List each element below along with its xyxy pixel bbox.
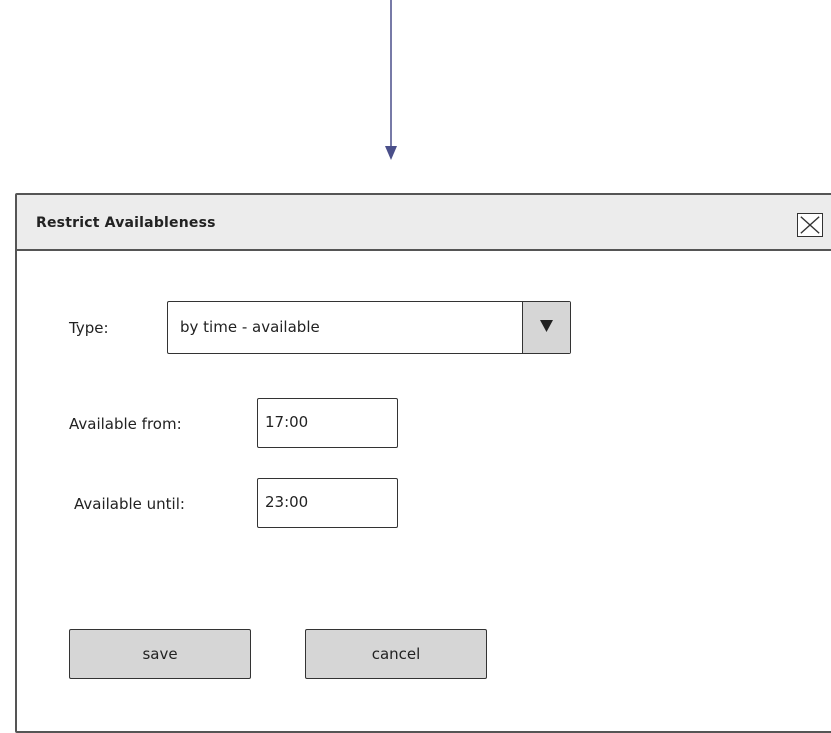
dialog-title: Restrict Availableness: [36, 215, 216, 231]
type-select-toggle[interactable]: [522, 302, 570, 353]
type-select-value: by time - available: [180, 318, 320, 336]
cancel-button[interactable]: cancel: [305, 629, 487, 679]
available-until-input[interactable]: 23:00: [257, 478, 398, 528]
type-label: Type:: [69, 319, 109, 337]
save-button[interactable]: save: [69, 629, 251, 679]
close-button[interactable]: [797, 213, 823, 237]
available-from-label: Available from:: [69, 415, 182, 433]
flow-arrow-down-icon: [385, 0, 397, 160]
restrict-availableness-dialog: Restrict Availableness Type: by time - a…: [15, 193, 831, 733]
available-until-value: 23:00: [265, 493, 309, 511]
available-from-value: 17:00: [265, 413, 309, 431]
close-x-icon: [800, 216, 820, 234]
type-select[interactable]: by time - available: [167, 301, 571, 354]
dialog-titlebar: Restrict Availableness: [17, 195, 831, 251]
available-from-input[interactable]: 17:00: [257, 398, 398, 448]
available-until-label: Available until:: [74, 495, 185, 513]
triangle-down-icon: [540, 320, 553, 332]
